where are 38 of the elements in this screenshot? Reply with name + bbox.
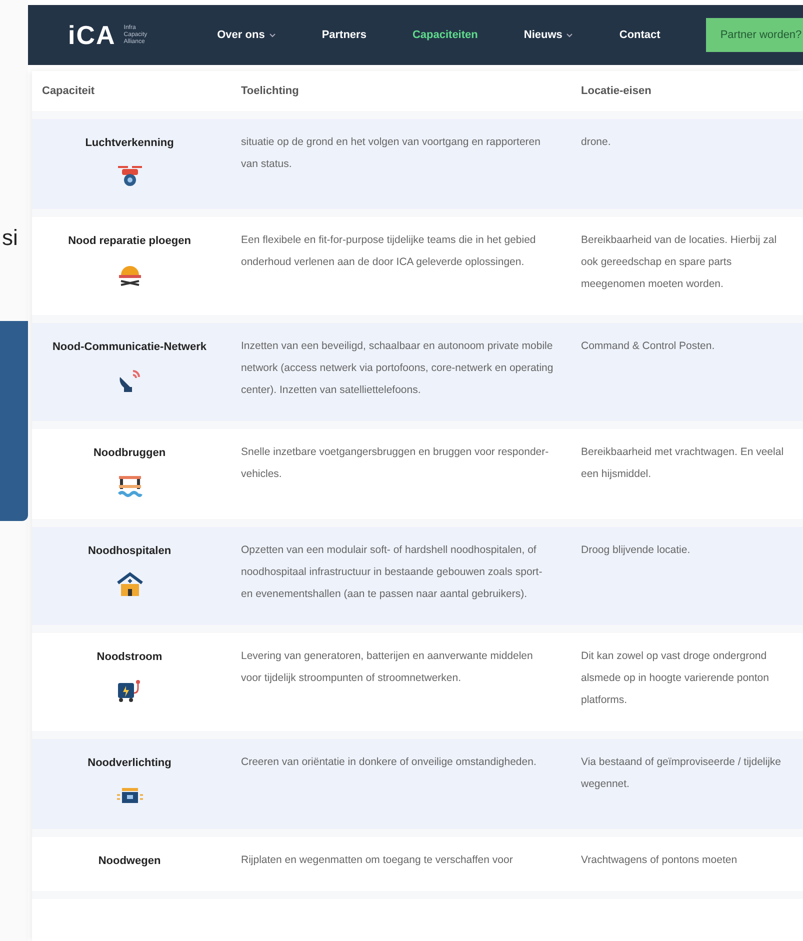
description-text: situatie op de grond en het volgen van voortgang en rapporteren van status.: [240, 135, 542, 172]
heading-fragment: si: [1, 225, 19, 251]
description-text: Opzetten van een modulair soft- of hardshell noodhospitalen, of noodhospitaal infrastructuur in bestaande gebouwen zoals sport- en evenementshallen (aan te passen naar aantal gebruikers).: [240, 543, 544, 602]
capacity-name: Noodstroom: [96, 651, 162, 663]
description-text: Rijplaten en wegenmatten om toegang te verschaffen voor: [240, 853, 514, 868]
capacity-name: Luchtverkenning: [85, 137, 174, 149]
capacity-name: Noodhospitalen: [88, 545, 172, 557]
location-text: Via bestaand of geïmproviseerde / tijdelijke wegennet.: [580, 755, 782, 792]
description-text: Een flexibele en fit-for-purpose tijdelijke teams die in het gebied onderhoud verlenen aan de door ICA geleverde oplossingen.: [240, 233, 537, 270]
partner-button[interactable]: Partner worden?: [706, 18, 803, 52]
column-header: Capaciteit: [41, 85, 96, 97]
logo[interactable]: iCA: [68, 20, 116, 50]
nav-link[interactable]: Capaciteiten: [412, 29, 478, 41]
capacity-name: Noodverlichting: [88, 757, 172, 769]
nav-link[interactable]: Nieuws: [524, 29, 574, 41]
description-text: Creeren van oriëntatie in donkere of onveilige omstandigheden.: [240, 755, 538, 770]
location-text: Dit kan zowel op vast droge ondergrond alsmede op in hoogte varierende ponton platforms.: [580, 649, 770, 708]
bridge-icon: [116, 473, 144, 499]
drone-icon: [116, 163, 144, 189]
nav-link[interactable]: Contact: [619, 29, 660, 41]
house-icon: [116, 571, 144, 597]
location-text: drone.: [580, 135, 612, 150]
location-text: Droog blijvende locatie.: [580, 543, 692, 558]
capacity-name: Nood-Communicatie-Netwerk: [52, 341, 207, 353]
column-header: Toelichting: [240, 85, 300, 97]
column-header: Locatie-eisen: [580, 85, 652, 97]
location-text: Bereikbaarheid met vrachtwagen. En veelal een hijsmiddel.: [580, 445, 785, 482]
capacity-name: Noodbruggen: [93, 447, 166, 459]
description-text: Inzetten van een beveiligd, schaalbaar en autonoom private mobile network (access netwerk via portofoons, core-netwerk en operating center). Inzetten van satelliettelefoons.: [240, 339, 554, 398]
location-text: Command & Control Posten.: [580, 339, 716, 354]
location-text: Vrachtwagens of pontons moeten: [580, 853, 738, 868]
location-text: Bereikbaarheid van de locaties. Hierbij zal ook gereedschap en spare parts meegenomen moeten worden.: [580, 233, 778, 292]
capacity-name: Noodwegen: [98, 855, 161, 867]
nav-link[interactable]: Over ons: [217, 29, 276, 41]
description-text: Levering van generatoren, batterijen en aanverwante middelen voor tijdelijk stroompunten of stroomnetwerken.: [240, 649, 534, 686]
capacity-name: Nood reparatie ploegen: [68, 235, 191, 247]
description-text: Snelle inzetbare voetgangersbruggen en bruggen voor responder-vehicles.: [240, 445, 550, 482]
nav-link[interactable]: Partners: [322, 29, 366, 41]
